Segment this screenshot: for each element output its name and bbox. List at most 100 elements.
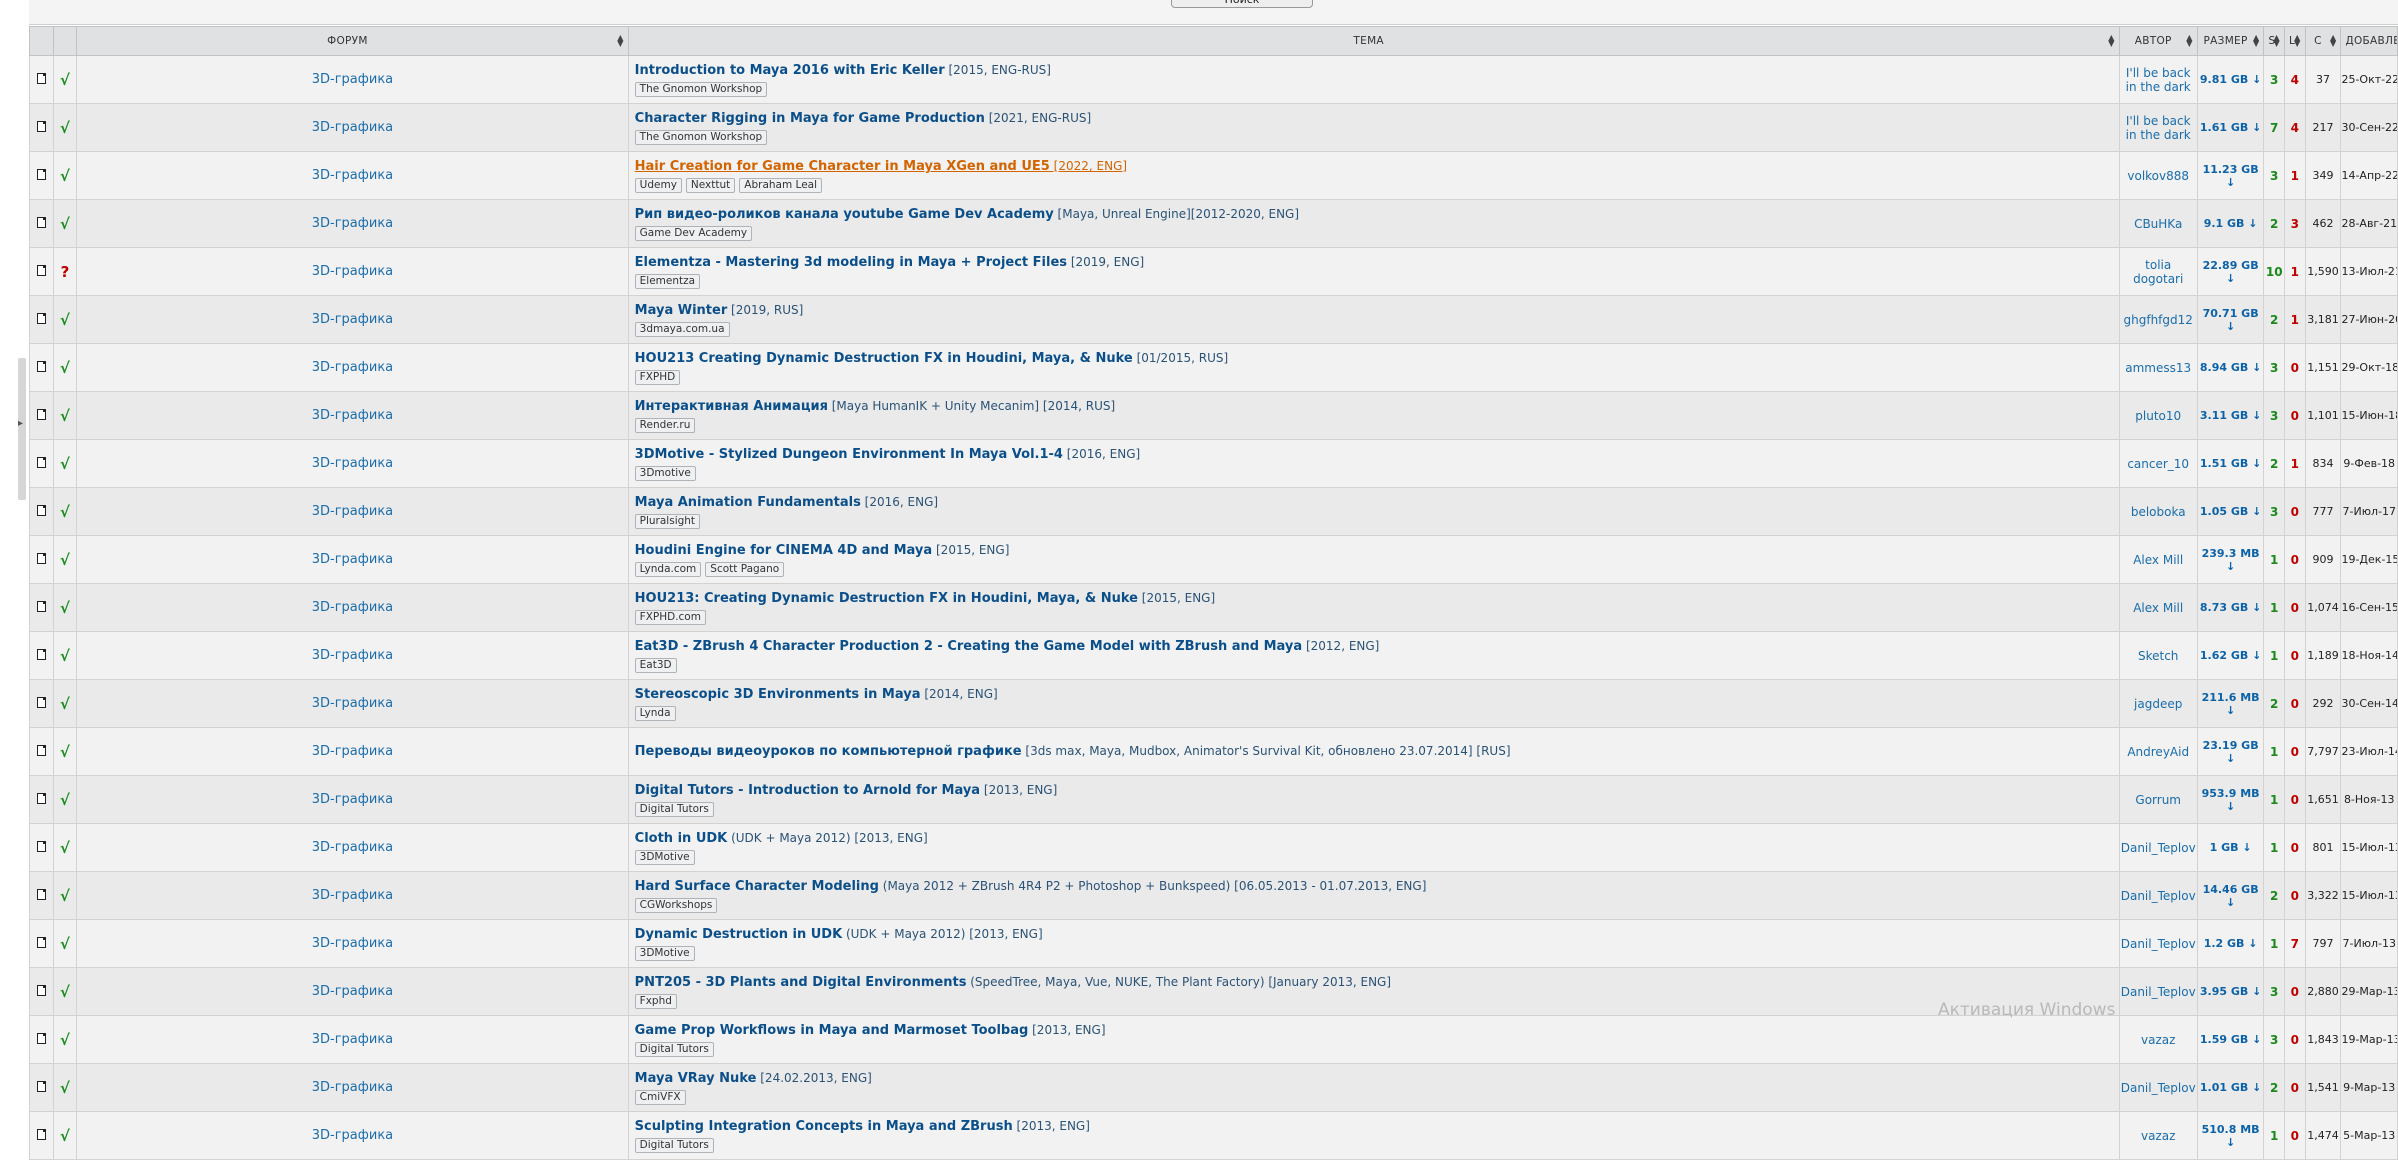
col-size-header[interactable]: РАЗМЕР ▲ ▼	[2196, 26, 2265, 56]
download-size-link[interactable]: 1.2 GB ↓	[2204, 937, 2258, 950]
file-icon[interactable]	[36, 1032, 46, 1044]
tag-badge[interactable]: Digital Tutors	[634, 1042, 714, 1057]
topic-title-link[interactable]: PNT205 - 3D Plants and Digital Environme…	[635, 975, 967, 990]
topic-title-link[interactable]: Рип видео-роликов канала youtube Game De…	[635, 207, 1054, 222]
author-link[interactable]: I'll be back in the dark	[2126, 66, 2191, 94]
download-size-link[interactable]: 1.51 GB ↓	[2200, 457, 2261, 470]
tag-badge[interactable]: 3DMotive	[634, 946, 695, 961]
author-link[interactable]: Danil_Teplov	[2121, 985, 2196, 999]
col-completed-header[interactable]: C ▲ ▼	[2304, 26, 2342, 56]
search-button[interactable]: Поиск	[1171, 0, 1313, 8]
forum-link[interactable]: 3D-графика	[312, 264, 393, 279]
forum-link[interactable]: 3D-графика	[312, 984, 393, 999]
author-link[interactable]: Gorrum	[2135, 793, 2181, 807]
col-forum-header[interactable]: ФОРУМ ▲ ▼	[76, 26, 629, 56]
forum-link[interactable]: 3D-графика	[312, 648, 393, 663]
download-size-link[interactable]: 510.8 MB ↓	[2202, 1123, 2260, 1149]
author-link[interactable]: AndreyAid	[2127, 745, 2189, 759]
tag-badge[interactable]: Pluralsight	[634, 514, 701, 529]
download-size-link[interactable]: 1.62 GB ↓	[2200, 649, 2261, 662]
author-link[interactable]: volkov888	[2127, 169, 2189, 183]
topic-title-link[interactable]: Sculpting Integration Concepts in Maya a…	[635, 1119, 1013, 1134]
author-link[interactable]: pluto10	[2135, 409, 2181, 423]
download-size-link[interactable]: 14.46 GB ↓	[2203, 883, 2259, 909]
topic-title-link[interactable]: Introduction to Maya 2016 with Eric Kell…	[635, 63, 945, 78]
author-link[interactable]: jagdeep	[2134, 697, 2182, 711]
forum-link[interactable]: 3D-графика	[312, 1032, 393, 1047]
author-link[interactable]: Danil_Teplov	[2121, 1081, 2196, 1095]
tag-badge[interactable]: The Gnomon Workshop	[634, 82, 768, 97]
file-icon[interactable]	[36, 600, 46, 612]
forum-link[interactable]: 3D-графика	[312, 936, 393, 951]
author-link[interactable]: Sketch	[2138, 649, 2178, 663]
file-icon[interactable]	[36, 792, 46, 804]
topic-title-link[interactable]: HOU213 Creating Dynamic Destruction FX i…	[635, 351, 1133, 366]
forum-link[interactable]: 3D-графика	[312, 504, 393, 519]
file-icon[interactable]	[36, 648, 46, 660]
forum-link[interactable]: 3D-графика	[312, 120, 393, 135]
forum-link[interactable]: 3D-графика	[312, 72, 393, 87]
topic-title-link[interactable]: Hair Creation for Game Character in Maya…	[635, 159, 1050, 174]
author-link[interactable]: Alex Mill	[2133, 553, 2183, 567]
file-icon[interactable]	[36, 888, 46, 900]
file-icon[interactable]	[36, 984, 46, 996]
forum-link[interactable]: 3D-графика	[312, 792, 393, 807]
tag-badge[interactable]: 3Dmotive	[634, 466, 696, 481]
tag-badge[interactable]: Udemy	[634, 178, 682, 193]
download-size-link[interactable]: 22.89 GB ↓	[2203, 259, 2259, 285]
col-added-header[interactable]: ДОБАВЛЕН	[2340, 26, 2398, 56]
tag-badge[interactable]: Lynda	[634, 706, 676, 721]
file-icon[interactable]	[36, 1080, 46, 1092]
tag-badge[interactable]: Eat3D	[634, 658, 677, 673]
topic-title-link[interactable]: Maya VRay Nuke	[635, 1071, 757, 1086]
file-icon[interactable]	[36, 72, 46, 84]
topic-title-link[interactable]: Dynamic Destruction in UDK	[635, 927, 843, 942]
author-link[interactable]: Danil_Teplov	[2121, 937, 2196, 951]
topic-title-link[interactable]: Cloth in UDK	[635, 831, 728, 846]
topic-title-link[interactable]: Game Prop Workflows in Maya and Marmoset…	[635, 1023, 1029, 1038]
topic-title-link[interactable]: Maya Winter	[635, 303, 728, 318]
download-size-link[interactable]: 953.9 MB ↓	[2202, 787, 2260, 813]
file-icon[interactable]	[36, 696, 46, 708]
forum-link[interactable]: 3D-графика	[312, 408, 393, 423]
author-link[interactable]: vazaz	[2141, 1033, 2175, 1047]
author-link[interactable]: tolia dogotari	[2133, 258, 2183, 286]
forum-link[interactable]: 3D-графика	[312, 216, 393, 231]
download-size-link[interactable]: 23.19 GB ↓	[2203, 739, 2259, 765]
col-topic-header[interactable]: ТЕМА ▲ ▼	[627, 26, 2120, 56]
tag-badge[interactable]: Elementza	[634, 274, 701, 289]
file-icon[interactable]	[36, 408, 46, 420]
topic-title-link[interactable]: 3DMotive - Stylized Dungeon Environment …	[635, 447, 1063, 462]
tag-badge[interactable]: The Gnomon Workshop	[634, 130, 768, 145]
forum-link[interactable]: 3D-графика	[312, 312, 393, 327]
forum-link[interactable]: 3D-графика	[312, 1080, 393, 1095]
download-size-link[interactable]: 8.73 GB ↓	[2200, 601, 2261, 614]
tag-badge[interactable]: FXPHD.com	[634, 610, 706, 625]
tag-badge[interactable]: FXPHD	[634, 370, 681, 385]
forum-link[interactable]: 3D-графика	[312, 456, 393, 471]
forum-link[interactable]: 3D-графика	[312, 744, 393, 759]
forum-link[interactable]: 3D-графика	[312, 840, 393, 855]
author-link[interactable]: ghgfhfgd12	[2124, 313, 2193, 327]
topic-title-link[interactable]: HOU213: Creating Dynamic Destruction FX …	[635, 591, 1138, 606]
forum-link[interactable]: 3D-графика	[312, 360, 393, 375]
author-link[interactable]: Alex Mill	[2133, 601, 2183, 615]
forum-link[interactable]: 3D-графика	[312, 696, 393, 711]
file-icon[interactable]	[36, 216, 46, 228]
tag-badge[interactable]: 3DMotive	[634, 850, 695, 865]
topic-title-link[interactable]: Stereoscopic 3D Environments in Maya	[635, 687, 921, 702]
author-link[interactable]: ammess13	[2125, 361, 2191, 375]
topic-title-link[interactable]: Digital Tutors - Introduction to Arnold …	[635, 783, 980, 798]
author-link[interactable]: beloboka	[2131, 505, 2186, 519]
topic-title-link[interactable]: Hard Surface Character Modeling	[635, 879, 879, 894]
topic-title-link[interactable]: Character Rigging in Maya for Game Produ…	[635, 111, 985, 126]
tag-badge[interactable]: Digital Tutors	[634, 802, 714, 817]
download-size-link[interactable]: 1.05 GB ↓	[2200, 505, 2261, 518]
author-link[interactable]: CBuHKa	[2134, 217, 2182, 231]
col-leeches-header[interactable]: L ▲ ▼	[2283, 26, 2306, 56]
download-size-link[interactable]: 1.61 GB ↓	[2200, 121, 2261, 134]
file-icon[interactable]	[36, 552, 46, 564]
file-icon[interactable]	[36, 504, 46, 516]
file-icon[interactable]	[36, 168, 46, 180]
download-size-link[interactable]: 239.3 MB ↓	[2202, 547, 2260, 573]
